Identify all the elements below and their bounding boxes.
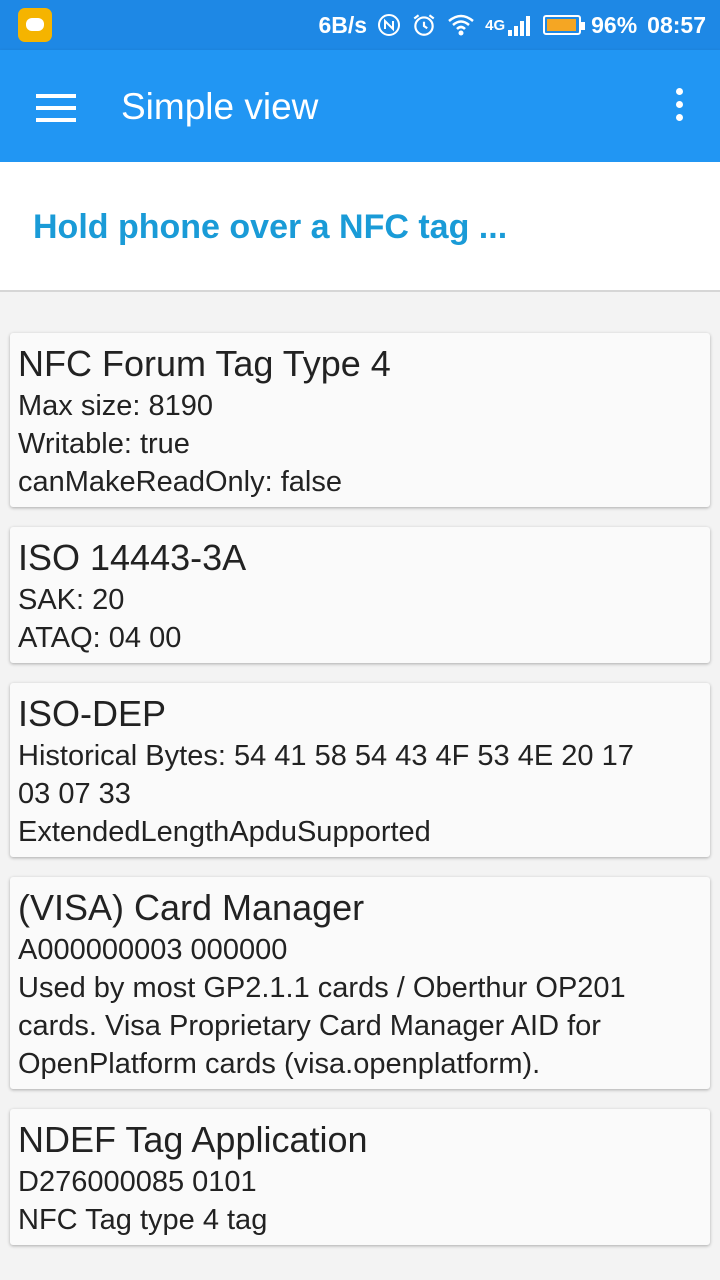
card-line: D276000085 0101 [18,1166,257,1198]
battery-icon [543,15,586,35]
card-line: A000000003 000000 [18,934,288,966]
card-title: ISO-DEP [18,693,167,734]
card-visa-card-manager: (VISA) Card Manager A000000003 000000 Us… [10,877,710,1089]
more-vert-icon[interactable] [674,88,684,124]
card-title: NFC Forum Tag Type 4 [18,343,391,384]
battery-percent: 96% [591,11,638,38]
network-type: 4G [485,16,506,34]
card-line: Historical Bytes: 54 41 58 54 43 4F 53 4… [18,740,634,772]
card-line: Writable: true [18,428,190,460]
battery-fill [547,19,576,31]
card-line: Max size: 8190 [18,390,214,422]
card-iso-dep: ISO-DEP Historical Bytes: 54 41 58 54 43… [10,683,710,857]
app-title: Simple view [121,86,319,127]
card-line: ExtendedLengthApduSupported [18,816,431,848]
card-title: (VISA) Card Manager [18,887,365,928]
card-iso-14443: ISO 14443-3A SAK: 20 ATAQ: 04 00 [10,527,710,663]
nfc-icon [377,13,401,37]
network-speed: 6B/s [318,11,368,38]
alarm-icon [411,12,437,38]
card-title: ISO 14443-3A [18,537,247,578]
card-nfc-forum-tag-type: NFC Forum Tag Type 4 Max size: 8190 Writ… [10,333,710,507]
card-line: NFC Tag type 4 tag [18,1204,268,1236]
card-line: SAK: 20 [18,584,125,616]
scan-prompt-text: Hold phone over a NFC tag ... [33,208,508,246]
card-title: NDEF Tag Application [18,1119,368,1160]
card-line: canMakeReadOnly: false [18,466,342,498]
hamburger-menu-icon[interactable] [36,94,76,122]
card-ndef-tag-application: NDEF Tag Application D276000085 0101 NFC… [10,1109,710,1245]
scan-prompt-panel: Hold phone over a NFC tag ... [0,162,720,292]
status-bar-right: 6B/s 4G 96% 08:57 [319,0,706,50]
card-line: cards. Visa Proprietary Card Manager AID… [18,1010,601,1042]
wifi-icon [447,13,475,37]
tag-info-list: NFC Forum Tag Type 4 Max size: 8190 Writ… [10,333,710,1265]
card-line: 03 07 33 [18,778,131,810]
cellular-signal-icon: 4G [485,14,533,36]
app-bar: Simple view [0,50,720,162]
clock: 08:57 [647,11,706,38]
message-notification-icon [18,8,52,42]
card-line: ATAQ: 04 00 [18,622,182,654]
card-line: OpenPlatform cards (visa.openplatform). [18,1048,541,1080]
status-bar: 6B/s 4G 96% 08:57 [0,0,720,50]
card-line: Used by most GP2.1.1 cards / Oberthur OP… [18,972,626,1004]
